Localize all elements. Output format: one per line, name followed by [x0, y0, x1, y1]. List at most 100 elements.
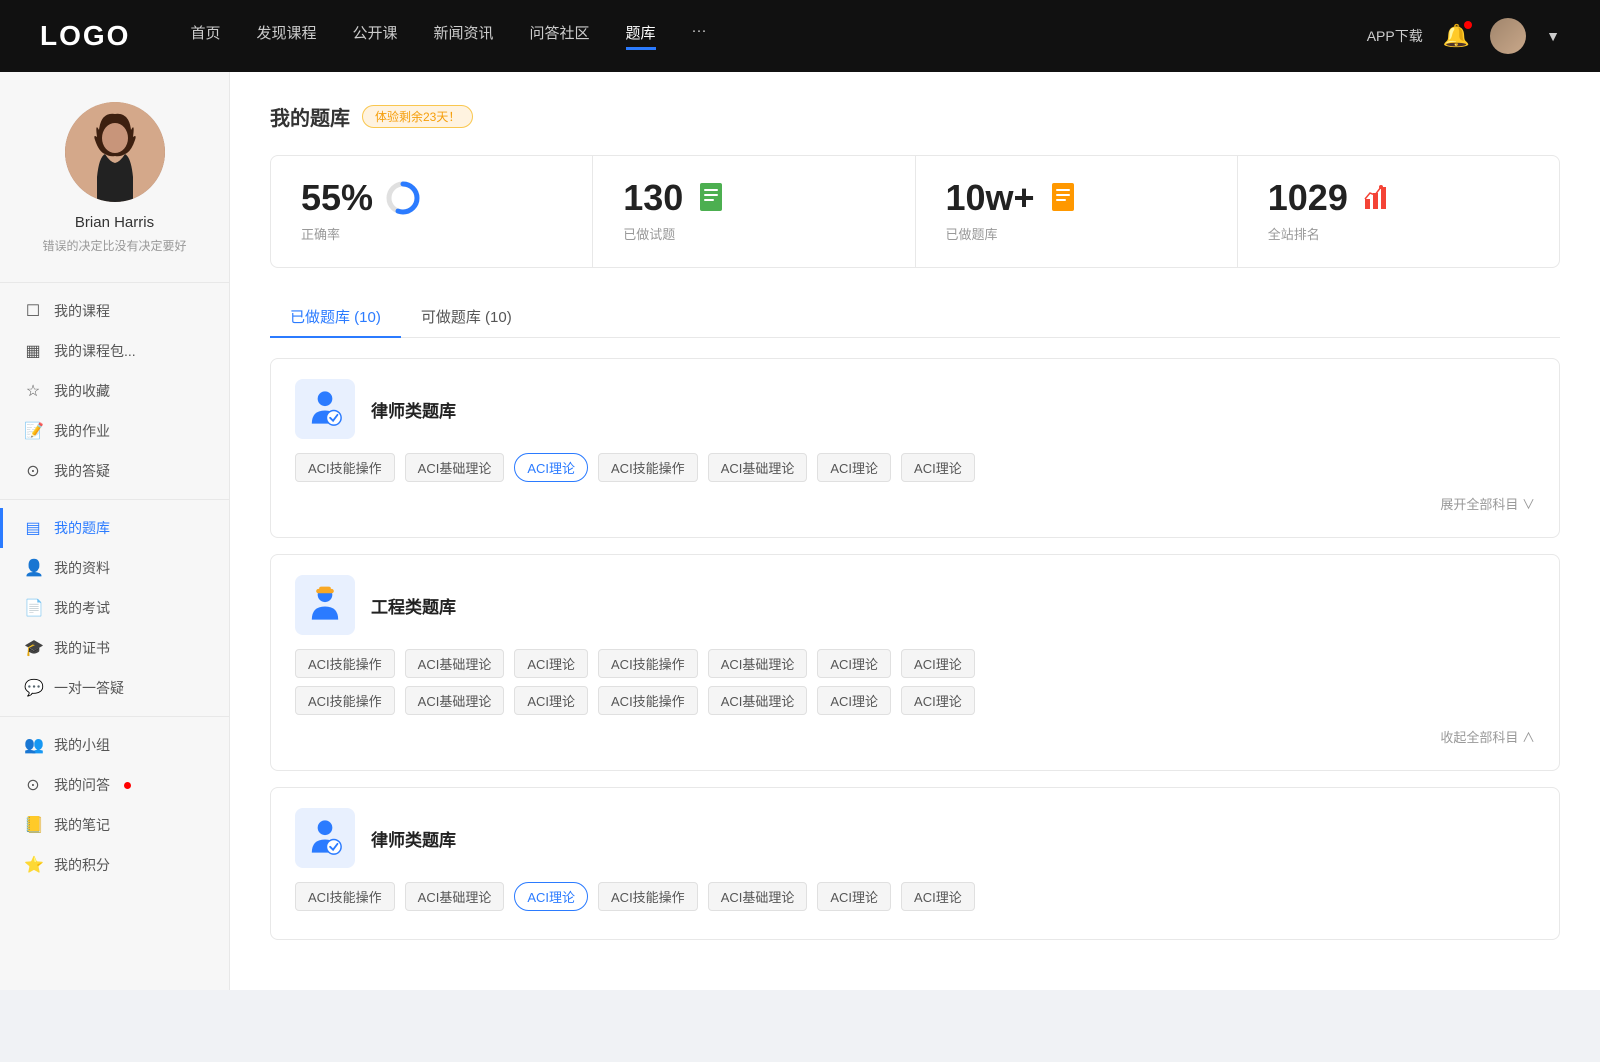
tutor-icon: 💬	[24, 678, 42, 698]
tag-3-5[interactable]: ACI理论	[817, 882, 891, 911]
chart-red-icon	[1360, 180, 1396, 216]
bank-1-expand[interactable]: 展开全部科目 ∨	[295, 490, 1535, 517]
tag-3-0[interactable]: ACI技能操作	[295, 882, 395, 911]
nav-item-more[interactable]: ···	[692, 22, 707, 50]
sidebar-item-homework[interactable]: 📝 我的作业	[0, 411, 229, 451]
stat-label-done-questions: 已做试题	[623, 224, 884, 243]
sidebar-item-favorites[interactable]: ☆ 我的收藏	[0, 371, 229, 411]
tag-1-1[interactable]: ACI基础理论	[405, 453, 505, 482]
stat-label-rank: 全站排名	[1268, 224, 1529, 243]
tag-1-2[interactable]: ACI理论	[514, 453, 588, 482]
sidebar-item-exams[interactable]: 📄 我的考试	[0, 588, 229, 628]
tag-2-1[interactable]: ACI基础理论	[405, 649, 505, 678]
sidebar-label-homework: 我的作业	[54, 421, 110, 441]
sidebar-item-certificates[interactable]: 🎓 我的证书	[0, 628, 229, 668]
stat-rank: 1029 全站排名	[1238, 156, 1559, 267]
bank-2-expand[interactable]: 收起全部科目 ∧	[295, 723, 1535, 750]
tag-1-4[interactable]: ACI基础理论	[708, 453, 808, 482]
tag-2-r2-4[interactable]: ACI基础理论	[708, 686, 808, 715]
tag-2-3[interactable]: ACI技能操作	[598, 649, 698, 678]
sidebar-label-favorites: 我的收藏	[54, 381, 110, 401]
tag-2-r2-2[interactable]: ACI理论	[514, 686, 588, 715]
user-avatar[interactable]	[1490, 18, 1526, 54]
sidebar-divider-3	[0, 716, 229, 717]
tag-2-r2-5[interactable]: ACI理论	[817, 686, 891, 715]
notes-icon: 📒	[24, 815, 42, 835]
sidebar: Brian Harris 错误的决定比没有决定要好 ☐ 我的课程 ▦ 我的课程包…	[0, 72, 230, 990]
tag-1-0[interactable]: ACI技能操作	[295, 453, 395, 482]
tag-1-5[interactable]: ACI理论	[817, 453, 891, 482]
sidebar-profile: Brian Harris 错误的决定比没有决定要好	[0, 72, 229, 274]
tag-2-r2-3[interactable]: ACI技能操作	[598, 686, 698, 715]
tag-3-1[interactable]: ACI基础理论	[405, 882, 505, 911]
sidebar-label-qa: 我的答疑	[54, 461, 110, 481]
nav-item-qa[interactable]: 问答社区	[530, 22, 590, 50]
tag-3-3[interactable]: ACI技能操作	[598, 882, 698, 911]
sidebar-label-tutoring: 一对一答疑	[54, 678, 124, 698]
tabs-row: 已做题库 (10) 可做题库 (10)	[270, 296, 1560, 338]
sidebar-label-groups: 我的小组	[54, 735, 110, 755]
tag-2-6[interactable]: ACI理论	[901, 649, 975, 678]
notes-green-icon	[695, 180, 731, 216]
bank-3-tag-row: ACI技能操作 ACI基础理论 ACI理论 ACI技能操作 ACI基础理论 AC…	[295, 882, 1535, 911]
sidebar-item-tutoring[interactable]: 💬 一对一答疑	[0, 668, 229, 708]
profile-name: Brian Harris	[75, 214, 154, 231]
sidebar-item-qa-mine[interactable]: ⊙ 我的答疑	[0, 451, 229, 491]
stat-label-done-banks: 已做题库	[946, 224, 1207, 243]
stat-correct-rate: 55% 正确率	[271, 156, 593, 267]
tag-1-3[interactable]: ACI技能操作	[598, 453, 698, 482]
tag-3-2[interactable]: ACI理论	[514, 882, 588, 911]
sidebar-item-groups[interactable]: 👥 我的小组	[0, 725, 229, 765]
page-title-row: 我的题库 体验剩余23天！	[270, 102, 1560, 131]
notification-bell[interactable]: 🔔	[1443, 23, 1470, 49]
bank-3-icon	[295, 808, 355, 868]
stat-done-questions: 130 已做试题	[593, 156, 915, 267]
nav-item-news[interactable]: 新闻资讯	[434, 22, 494, 50]
bank-2-tag-row-1: ACI技能操作 ACI基础理论 ACI理论 ACI技能操作 ACI基础理论 AC…	[295, 649, 1535, 678]
bank-card-2: 工程类题库 ACI技能操作 ACI基础理论 ACI理论 ACI技能操作 ACI基…	[270, 554, 1560, 771]
tag-2-r2-6[interactable]: ACI理论	[901, 686, 975, 715]
sidebar-item-profile[interactable]: 👤 我的资料	[0, 548, 229, 588]
bank-2-tag-row-2: ACI技能操作 ACI基础理论 ACI理论 ACI技能操作 ACI基础理论 AC…	[295, 686, 1535, 715]
profile-avatar	[65, 102, 165, 202]
stats-row: 55% 正确率 130	[270, 155, 1560, 268]
tag-2-4[interactable]: ACI基础理论	[708, 649, 808, 678]
sidebar-label-points: 我的积分	[54, 855, 110, 875]
bank-list: 律师类题库 ACI技能操作 ACI基础理论 ACI理论 ACI技能操作 ACI基…	[270, 358, 1560, 956]
user-menu-chevron-icon[interactable]: ▼	[1546, 28, 1560, 44]
bank-card-1-header: 律师类题库	[295, 379, 1535, 439]
tag-2-0[interactable]: ACI技能操作	[295, 649, 395, 678]
sidebar-label-my-qa: 我的问答	[54, 775, 110, 795]
nav-item-question-bank[interactable]: 题库	[626, 22, 656, 50]
bank-2-icon	[295, 575, 355, 635]
tag-3-4[interactable]: ACI基础理论	[708, 882, 808, 911]
bank-2-title: 工程类题库	[371, 593, 456, 618]
tag-2-2[interactable]: ACI理论	[514, 649, 588, 678]
tag-3-6[interactable]: ACI理论	[901, 882, 975, 911]
bank-card-2-header: 工程类题库	[295, 575, 1535, 635]
tag-1-6[interactable]: ACI理论	[901, 453, 975, 482]
donut-chart-icon	[385, 180, 421, 216]
tab-done-banks[interactable]: 已做题库 (10)	[270, 296, 401, 337]
sidebar-item-notes[interactable]: 📒 我的笔记	[0, 805, 229, 845]
sidebar-divider-1	[0, 282, 229, 283]
sidebar-item-my-qa[interactable]: ⊙ 我的问答	[0, 765, 229, 805]
logo[interactable]: LOGO	[40, 20, 130, 52]
sidebar-item-course-packages[interactable]: ▦ 我的课程包...	[0, 331, 229, 371]
sidebar-item-my-courses[interactable]: ☐ 我的课程	[0, 291, 229, 331]
navbar: LOGO 首页 发现课程 公开课 新闻资讯 问答社区 题库 ··· APP下载 …	[0, 0, 1600, 72]
avatar-image	[1490, 18, 1526, 54]
tag-2-r2-1[interactable]: ACI基础理论	[405, 686, 505, 715]
sidebar-item-question-bank[interactable]: ▤ 我的题库	[0, 508, 229, 548]
app-download-link[interactable]: APP下载	[1367, 26, 1423, 46]
tag-2-r2-0[interactable]: ACI技能操作	[295, 686, 395, 715]
tab-available-banks[interactable]: 可做题库 (10)	[401, 296, 532, 337]
nav-item-open-course[interactable]: 公开课	[352, 22, 397, 50]
tag-2-5[interactable]: ACI理论	[817, 649, 891, 678]
stat-label-correct-rate: 正确率	[301, 224, 562, 243]
sidebar-divider-2	[0, 499, 229, 500]
stat-top-rank: 1029	[1268, 180, 1529, 216]
nav-item-discover[interactable]: 发现课程	[256, 22, 316, 50]
nav-item-home[interactable]: 首页	[190, 22, 220, 50]
sidebar-item-points[interactable]: ⭐ 我的积分	[0, 845, 229, 885]
